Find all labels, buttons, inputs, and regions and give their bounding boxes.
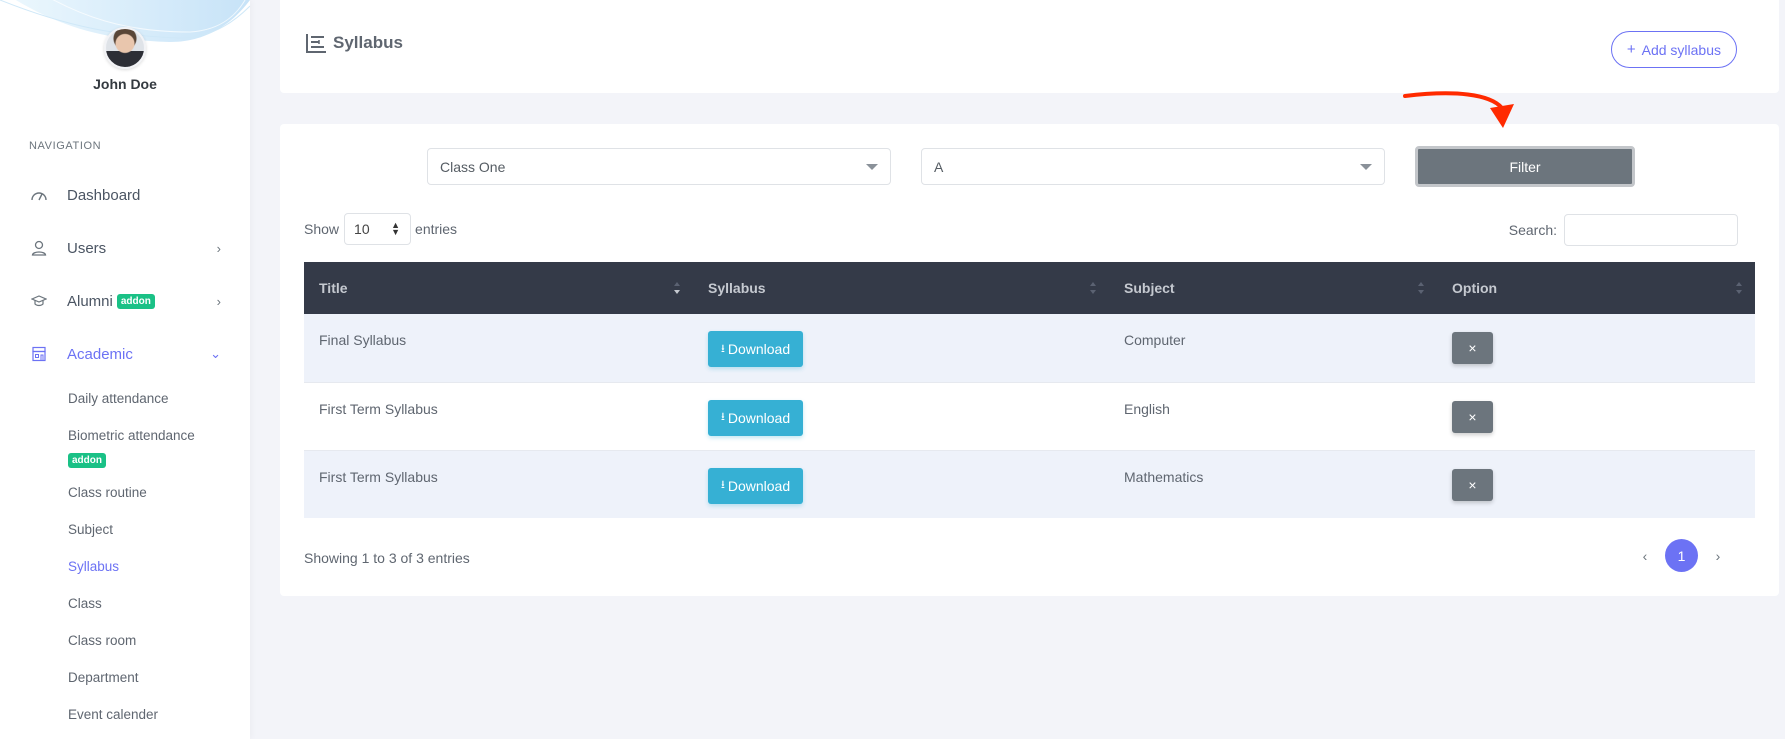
download-icon: ⭳ — [721, 342, 725, 355]
cell-option: × — [1437, 450, 1755, 518]
table-search: Search: — [1509, 214, 1738, 246]
filter-button[interactable]: Filter — [1415, 146, 1635, 187]
close-icon: × — [1468, 476, 1477, 493]
graduation-cap-icon — [29, 294, 49, 308]
sidebar-subitem-class[interactable]: Class — [68, 596, 102, 611]
user-profile: John Doe — [0, 27, 250, 92]
caret-down-icon — [866, 164, 878, 170]
sidebar-subitem-event-calender[interactable]: Event calender — [68, 707, 158, 722]
column-header-title[interactable]: Title — [304, 262, 693, 314]
biometric-addon-badge-wrap: addon — [68, 451, 106, 468]
download-icon: ⭳ — [721, 411, 725, 423]
delete-button[interactable]: × — [1452, 468, 1493, 501]
page-header: Syllabus + Add syllabus — [280, 0, 1779, 93]
download-button[interactable]: ⭳ Download — [708, 399, 804, 436]
user-icon — [29, 240, 49, 256]
entries-length-control: Show 10 ▲ ▼ entries — [304, 213, 457, 245]
sidebar-item-academic[interactable]: Academic ⌄ — [29, 342, 221, 366]
cell-syllabus: ⭳ Download — [693, 382, 1109, 450]
cell-option: × — [1437, 314, 1755, 382]
sidebar-subitem-biometric-attendance[interactable]: Biometric attendance — [68, 428, 195, 443]
table-header-row: Title Syllabus Subject Option — [304, 262, 1755, 314]
sidebar-subitem-daily-attendance[interactable]: Daily attendance — [68, 391, 169, 406]
cell-title: First Term Syllabus — [319, 468, 438, 485]
chevron-down-icon: ⌄ — [210, 346, 221, 361]
close-icon: × — [1468, 340, 1477, 356]
dashboard-icon — [29, 189, 49, 201]
class-select[interactable]: Class One — [427, 148, 891, 185]
cell-title: First Term Syllabus — [319, 400, 438, 417]
sidebar-item-dashboard[interactable]: Dashboard — [29, 183, 221, 207]
download-icon: ⭳ — [721, 479, 725, 491]
download-button[interactable]: ⭳ Download — [708, 331, 804, 367]
sidebar-subitem-class-routine[interactable]: Class routine — [68, 485, 147, 500]
school-icon — [29, 346, 49, 362]
cell-subject: English — [1124, 400, 1170, 417]
table-row: First Term Syllabus ⭳ Download English × — [304, 382, 1755, 450]
sort-icon — [1418, 282, 1424, 294]
avatar[interactable] — [104, 27, 146, 69]
user-name: John Doe — [93, 76, 157, 92]
cell-title: Final Syllabus — [319, 332, 407, 348]
addon-badge: addon — [68, 453, 106, 468]
next-page-button[interactable]: › — [1698, 548, 1738, 564]
download-button[interactable]: ⭳ Download — [708, 467, 804, 504]
table-info: Showing 1 to 3 of 3 entries — [304, 550, 470, 566]
sort-updown-icon: ▲ ▼ — [391, 220, 401, 237]
pagination: ‹ 1 › — [1625, 539, 1738, 572]
delete-button[interactable]: × — [1452, 332, 1493, 364]
sidebar: John Doe NAVIGATION Dashboard Users › Al… — [0, 0, 250, 739]
page-1-button[interactable]: 1 — [1665, 539, 1698, 572]
sidebar-subitem-subject[interactable]: Subject — [68, 522, 113, 537]
sort-icon — [1736, 282, 1742, 294]
sidebar-subitem-class-room[interactable]: Class room — [68, 633, 136, 648]
cell-subject: Computer — [1124, 332, 1186, 348]
sidebar-subitem-department[interactable]: Department — [68, 670, 139, 685]
sort-icon — [1090, 282, 1096, 294]
sidebar-item-alumni[interactable]: Alumni addon › — [29, 289, 221, 313]
cell-subject: Mathematics — [1124, 468, 1204, 485]
addon-badge: addon — [116, 293, 155, 309]
entries-per-page-select[interactable]: 10 ▲ ▼ — [344, 213, 412, 245]
caret-down-icon — [1360, 164, 1372, 170]
page-title: Syllabus — [305, 33, 403, 53]
nav-heading: NAVIGATION — [29, 140, 102, 152]
close-icon: × — [1468, 408, 1477, 425]
table-row: First Term Syllabus ⭳ Download Mathemati… — [304, 450, 1755, 518]
previous-page-button[interactable]: ‹ — [1625, 548, 1665, 564]
column-header-option[interactable]: Option — [1437, 262, 1755, 314]
syllabus-icon — [305, 33, 327, 53]
delete-button[interactable]: × — [1452, 400, 1493, 433]
cell-syllabus: ⭳ Download — [693, 314, 1109, 382]
sidebar-subitem-syllabus[interactable]: Syllabus — [68, 559, 119, 574]
cell-syllabus: ⭳ Download — [693, 450, 1109, 518]
column-header-subject[interactable]: Subject — [1109, 262, 1437, 314]
syllabus-panel: Class One A Filter Show 10 ▲ ▼ entries Se… — [280, 124, 1779, 596]
sidebar-item-users[interactable]: Users › — [29, 236, 221, 260]
chevron-right-icon: › — [216, 240, 221, 256]
plus-icon: + — [1626, 41, 1636, 58]
cell-option: × — [1437, 382, 1755, 450]
syllabus-table: Title Syllabus Subject Option Final Syll… — [304, 262, 1755, 518]
add-syllabus-button[interactable]: + Add syllabus — [1610, 31, 1737, 68]
search-input[interactable] — [1564, 214, 1738, 246]
sort-asc-icon — [674, 282, 680, 294]
chevron-right-icon: › — [216, 293, 221, 309]
column-header-syllabus[interactable]: Syllabus — [693, 262, 1109, 314]
table-row: Final Syllabus ⭳ Download Computer × — [304, 314, 1755, 382]
section-select[interactable]: A — [921, 148, 1385, 185]
